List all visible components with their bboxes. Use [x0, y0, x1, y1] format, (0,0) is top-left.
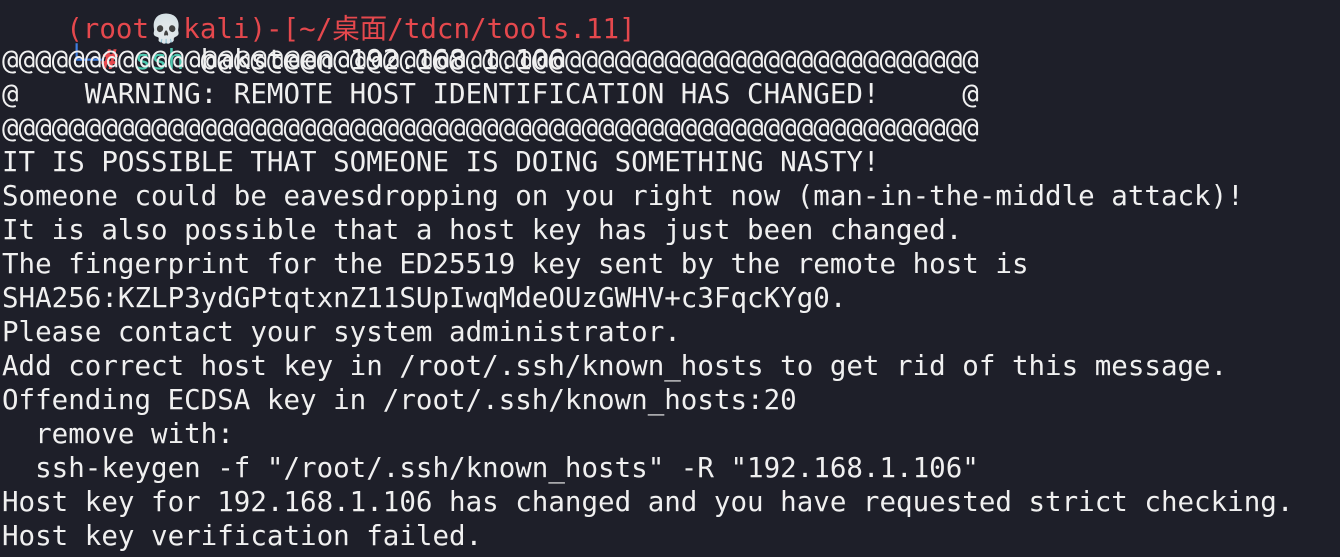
output-line: Host key for 192.168.1.106 has changed a… — [2, 486, 1294, 518]
output-line: Host key verification failed. — [2, 520, 483, 552]
output-line: Offending ECDSA key in /root/.ssh/known_… — [2, 384, 797, 416]
output-line: ssh-keygen -f "/root/.ssh/known_hosts" -… — [2, 452, 979, 484]
output-line: The fingerprint for the ED25519 key sent… — [2, 248, 1029, 280]
output-line: Someone could be eavesdropping on you ri… — [2, 180, 1244, 212]
output-line: @@@@@@@@@@@@@@@@@@@@@@@@@@@@@@@@@@@@@@@@… — [2, 44, 979, 76]
output-line: IT IS POSSIBLE THAT SOMEONE IS DOING SOM… — [2, 146, 880, 178]
output-line: Please contact your system administrator… — [2, 316, 681, 348]
terminal-window[interactable]: (root💀kali)-[~/桌面/tdcn/tools.11] └─# ssh… — [0, 0, 1340, 557]
output-line: @ WARNING: REMOTE HOST IDENTIFICATION HA… — [2, 78, 979, 110]
prompt-line: └─# ssh baksteen@192.168.1.106 — [2, 9, 565, 76]
output-line: remove with: — [2, 418, 234, 450]
output-line: Add correct host key in /root/.ssh/known… — [2, 350, 1228, 382]
output-line: @@@@@@@@@@@@@@@@@@@@@@@@@@@@@@@@@@@@@@@@… — [2, 112, 979, 144]
output-line: SHA256:KZLP3ydGPtqtxnZ11SUpIwqMdeOUzGWHV… — [2, 282, 847, 314]
output-line: It is also possible that a host key has … — [2, 214, 963, 246]
